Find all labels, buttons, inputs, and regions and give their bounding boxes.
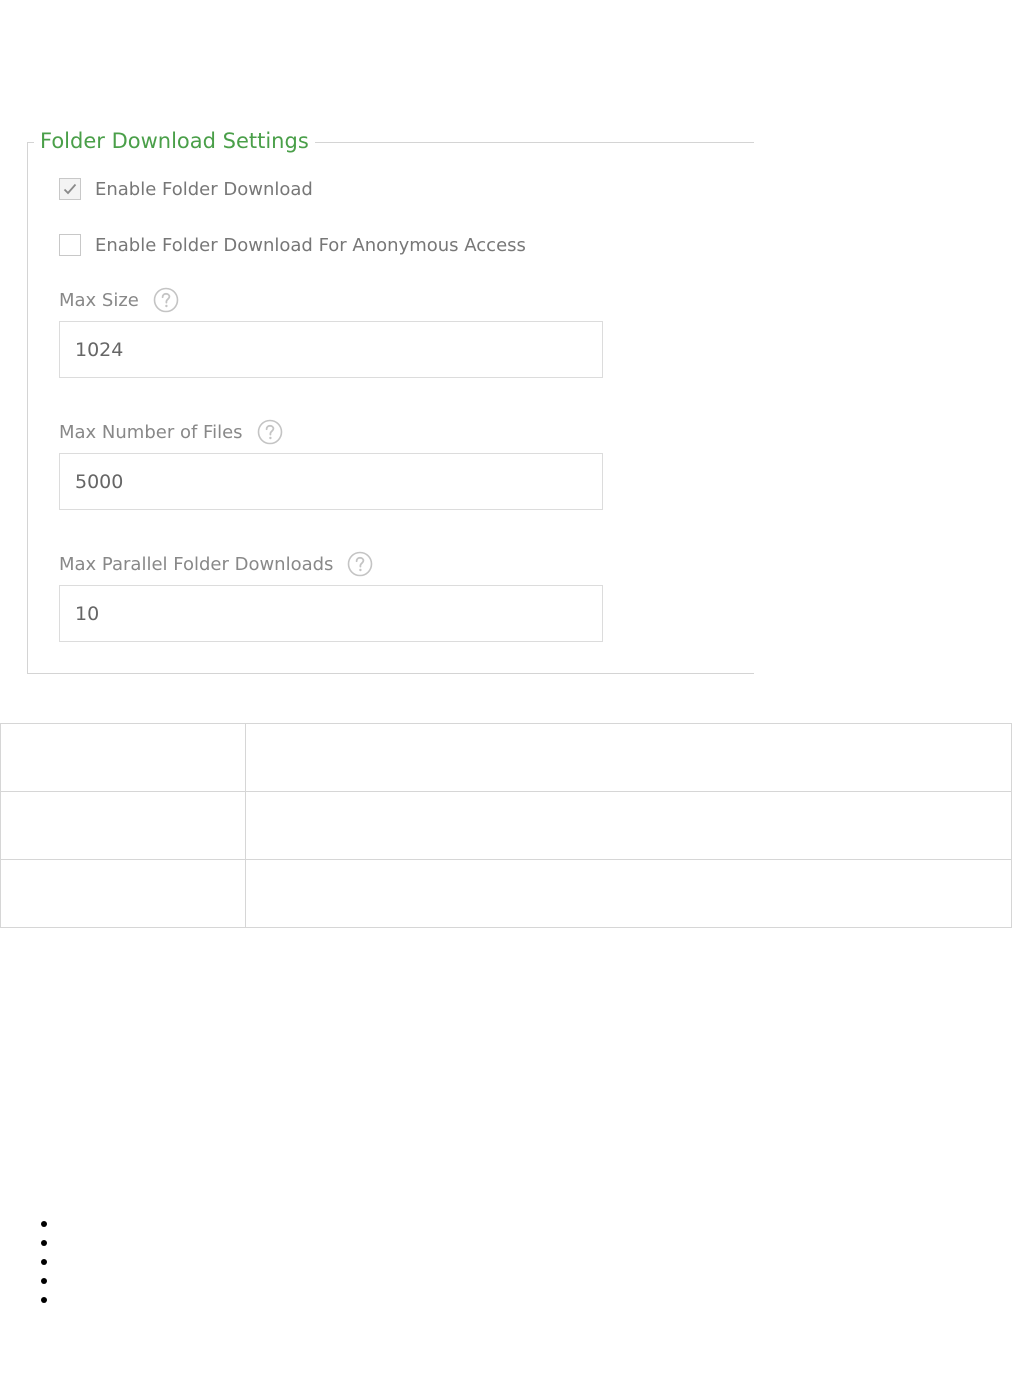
- bullet-dot-icon: [41, 1259, 47, 1265]
- table-cell: [0, 859, 246, 928]
- max-parallel-help-icon[interactable]: [347, 551, 373, 577]
- table-cell: [0, 723, 246, 792]
- list-item: [38, 1290, 238, 1309]
- table-cell: [245, 791, 1012, 860]
- max-parallel-input[interactable]: [59, 585, 603, 642]
- list-item: [38, 1271, 238, 1290]
- table-row: [0, 859, 1012, 928]
- max-parallel-label: Max Parallel Folder Downloads: [59, 553, 334, 575]
- enable-folder-download-checkbox[interactable]: [59, 178, 81, 200]
- list-item: [38, 1252, 238, 1271]
- table-cell: [245, 723, 1012, 792]
- bullet-dot-icon: [41, 1278, 47, 1284]
- list-item: [38, 1214, 238, 1233]
- enable-anonymous-download-label[interactable]: Enable Folder Download For Anonymous Acc…: [95, 235, 526, 256]
- max-parallel-field-label: Max Parallel Folder Downloads: [59, 550, 373, 578]
- settings-table: [0, 723, 1012, 928]
- max-files-label: Max Number of Files: [59, 421, 243, 443]
- max-files-field-label: Max Number of Files: [59, 418, 283, 446]
- max-size-field-label: Max Size: [59, 286, 179, 314]
- check-icon: [63, 183, 77, 195]
- bullet-dot-icon: [41, 1297, 47, 1303]
- enable-anonymous-download-row[interactable]: Enable Folder Download For Anonymous Acc…: [59, 232, 526, 258]
- enable-folder-download-row[interactable]: Enable Folder Download: [59, 176, 313, 202]
- bullet-list: [38, 1214, 238, 1309]
- enable-anonymous-download-checkbox[interactable]: [59, 234, 81, 256]
- max-files-input[interactable]: [59, 453, 603, 510]
- bullet-dot-icon: [41, 1221, 47, 1227]
- bullet-dot-icon: [41, 1240, 47, 1246]
- fieldset-legend: Folder Download Settings: [34, 124, 315, 158]
- table-cell: [245, 859, 1012, 928]
- list-item: [38, 1233, 238, 1252]
- max-size-label: Max Size: [59, 289, 139, 311]
- table-row: [0, 723, 1012, 792]
- max-size-input[interactable]: [59, 321, 603, 378]
- enable-folder-download-label[interactable]: Enable Folder Download: [95, 179, 313, 200]
- table-row: [0, 791, 1012, 860]
- max-size-help-icon[interactable]: [153, 287, 179, 313]
- max-files-help-icon[interactable]: [257, 419, 283, 445]
- table-cell: [0, 791, 246, 860]
